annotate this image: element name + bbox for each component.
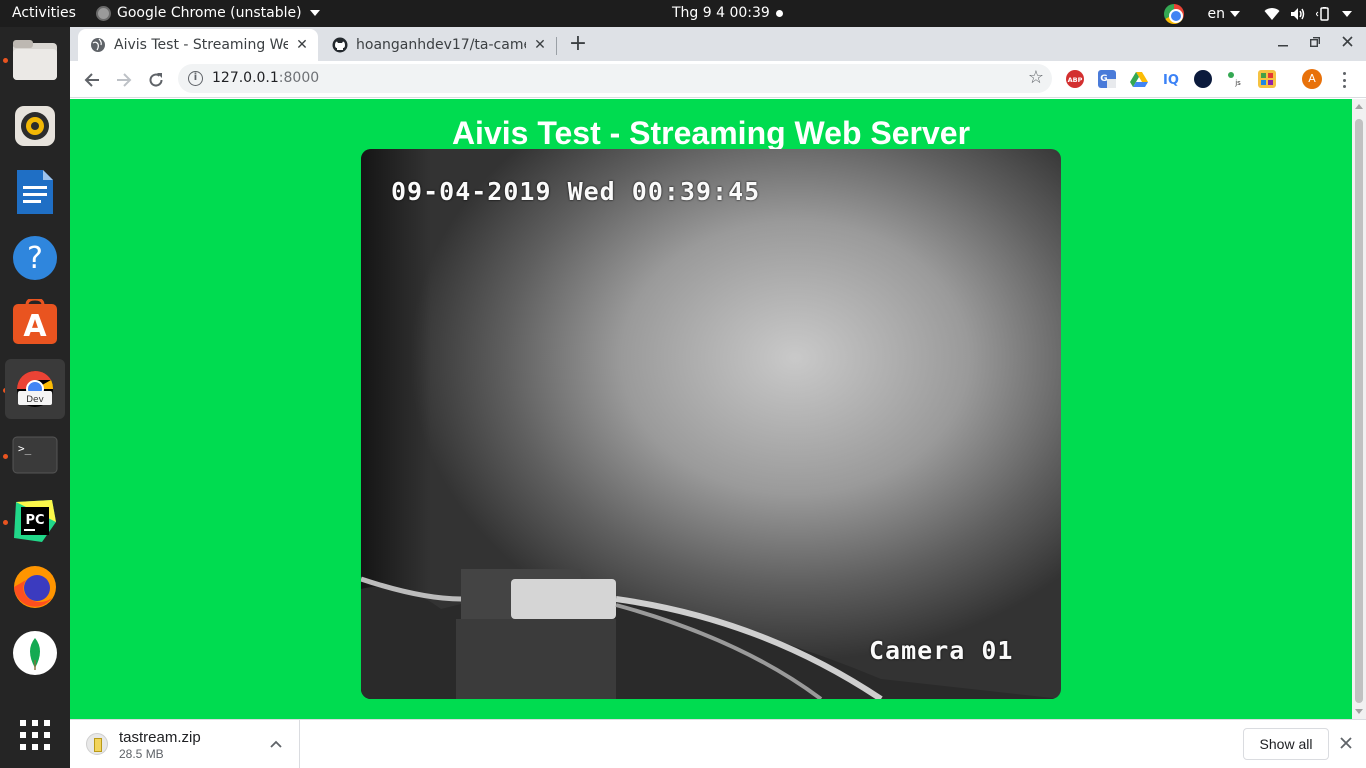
chevron-down-icon <box>1230 10 1240 17</box>
tab-github-repo[interactable]: hoanganhdev17/ta-camera ✕ <box>320 29 556 61</box>
close-window-button[interactable] <box>1337 33 1357 53</box>
libreoffice-writer-icon[interactable] <box>5 162 65 222</box>
adblock-plus-icon[interactable]: ABP <box>1066 70 1084 88</box>
svg-text:G: G <box>1100 74 1107 84</box>
profile-avatar[interactable]: A <box>1302 69 1322 89</box>
forward-button[interactable] <box>110 66 138 94</box>
svg-text:js: js <box>1234 79 1241 87</box>
new-tab-button[interactable]: + <box>566 33 590 57</box>
url-host: 127.0.0.1 <box>212 70 279 86</box>
input-language-label: en <box>1207 5 1226 22</box>
help-icon[interactable]: ? <box>5 228 65 288</box>
chevron-up-icon[interactable] <box>270 737 282 752</box>
minimize-button[interactable] <box>1273 33 1293 53</box>
pycharm-icon[interactable]: PC <box>5 491 65 551</box>
chrome-tray-icon[interactable] <box>1163 3 1184 24</box>
tab-strip: Aivis Test - Streaming Web Server ✕ hoan… <box>70 27 1366 61</box>
chevron-down-icon <box>1342 10 1352 17</box>
reload-button[interactable] <box>142 66 170 94</box>
terminal-icon[interactable]: >_ <box>5 425 65 485</box>
download-shelf: tastream.zip 28.5 MB Show all <box>70 719 1366 768</box>
tab-aivis-test[interactable]: Aivis Test - Streaming Web Server ✕ <box>78 29 318 61</box>
vertical-scrollbar[interactable] <box>1352 99 1366 719</box>
clock-label: Thg 9 4 00:39 <box>672 5 770 21</box>
close-shelf-icon[interactable] <box>1340 734 1352 753</box>
app-menu[interactable]: Google Chrome (unstable) <box>96 5 320 21</box>
mongodb-compass-icon[interactable] <box>5 623 65 683</box>
wifi-icon[interactable] <box>1264 7 1280 21</box>
reload-icon <box>149 73 163 87</box>
svg-text:IQ: IQ <box>1163 73 1179 88</box>
site-info-icon[interactable]: i <box>188 71 203 86</box>
stream-timestamp: 09-04-2019 Wed 00:39:45 <box>391 177 761 206</box>
chrome-menu-icon[interactable] <box>1340 70 1348 90</box>
github-icon <box>332 37 348 53</box>
scroll-up-icon[interactable] <box>1355 104 1363 109</box>
bookmark-star-icon[interactable]: ☆ <box>1028 68 1044 88</box>
tab-title: Aivis Test - Streaming Web Server <box>114 37 288 53</box>
dark-circle-icon[interactable] <box>1194 70 1212 88</box>
url-text: 127.0.0.1:8000 <box>212 70 319 86</box>
svg-text:>_: >_ <box>18 442 32 455</box>
rhythmbox-icon[interactable] <box>5 96 65 156</box>
puzzle-extension-icon[interactable] <box>1258 70 1276 88</box>
tab-title: hoanganhdev17/ta-camera <box>356 37 526 53</box>
page-viewport: Aivis Test - Streaming Web Server 09-04-… <box>70 99 1352 719</box>
svg-text:A: A <box>23 309 47 344</box>
activities-button[interactable]: Activities <box>12 5 76 21</box>
js-icon[interactable]: js <box>1226 70 1244 88</box>
firefox-icon[interactable] <box>5 557 65 617</box>
clock[interactable]: Thg 9 4 00:39 <box>672 5 783 21</box>
download-item[interactable]: tastream.zip 28.5 MB <box>70 720 300 768</box>
browser-toolbar: i 127.0.0.1:8000 ☆ ABP G IQ js A <box>70 61 1366 98</box>
svg-text:PC: PC <box>25 513 44 528</box>
svg-text:?: ? <box>27 241 43 276</box>
tab-separator <box>556 37 557 55</box>
restore-icon <box>1309 37 1320 47</box>
chrome-app-icon <box>96 5 111 21</box>
scrollbar-thumb[interactable] <box>1355 119 1363 703</box>
back-button[interactable] <box>78 66 106 94</box>
svg-text:ABP: ABP <box>1068 76 1083 84</box>
close-tab-icon[interactable]: ✕ <box>294 37 310 53</box>
dock: ? A Dev >_ PC <box>0 27 70 768</box>
chevron-down-icon <box>309 10 320 16</box>
power-menu[interactable] <box>1342 10 1352 17</box>
notification-dot-icon <box>775 9 783 17</box>
address-bar[interactable]: i 127.0.0.1:8000 ☆ <box>178 64 1052 93</box>
scroll-down-icon[interactable] <box>1355 709 1363 714</box>
system-tray: en <box>1163 3 1352 24</box>
minimize-icon <box>1278 45 1288 47</box>
google-translate-icon[interactable]: G <box>1098 70 1116 88</box>
arrow-left-icon <box>84 73 99 87</box>
camera-stream: 09-04-2019 Wed 00:39:45 Camera 01 <box>361 149 1061 699</box>
download-file-size: 28.5 MB <box>119 747 164 761</box>
system-top-bar: Activities Google Chrome (unstable) Thg … <box>0 0 1366 27</box>
show-all-downloads-button[interactable]: Show all <box>1243 728 1329 760</box>
zip-file-icon <box>86 733 108 755</box>
download-file-name: tastream.zip <box>119 729 201 746</box>
volume-icon[interactable] <box>1290 7 1306 21</box>
files-icon[interactable] <box>5 30 65 90</box>
show-applications-icon[interactable] <box>5 705 65 765</box>
app-menu-label: Google Chrome (unstable) <box>117 5 302 21</box>
software-center-icon[interactable]: A <box>5 292 65 352</box>
close-icon <box>1341 36 1353 47</box>
page-title: Aivis Test - Streaming Web Server <box>451 115 971 151</box>
chrome-window: Aivis Test - Streaming Web Server ✕ hoan… <box>70 27 1366 768</box>
restore-button[interactable] <box>1305 33 1325 53</box>
stream-camera-label: Camera 01 <box>869 636 1014 665</box>
google-drive-icon[interactable] <box>1130 70 1148 88</box>
iq-icon[interactable]: IQ <box>1162 70 1180 88</box>
chrome-dev-icon[interactable]: Dev <box>5 359 65 419</box>
input-language-menu[interactable]: en <box>1207 5 1240 22</box>
close-tab-icon[interactable]: ✕ <box>532 37 548 53</box>
dock-dev-label: Dev <box>26 395 44 405</box>
arrow-right-icon <box>117 73 132 87</box>
battery-icon[interactable] <box>1316 6 1332 21</box>
globe-icon <box>91 38 105 52</box>
url-port: :8000 <box>278 70 320 86</box>
stream-scene-cable <box>361 569 1061 699</box>
